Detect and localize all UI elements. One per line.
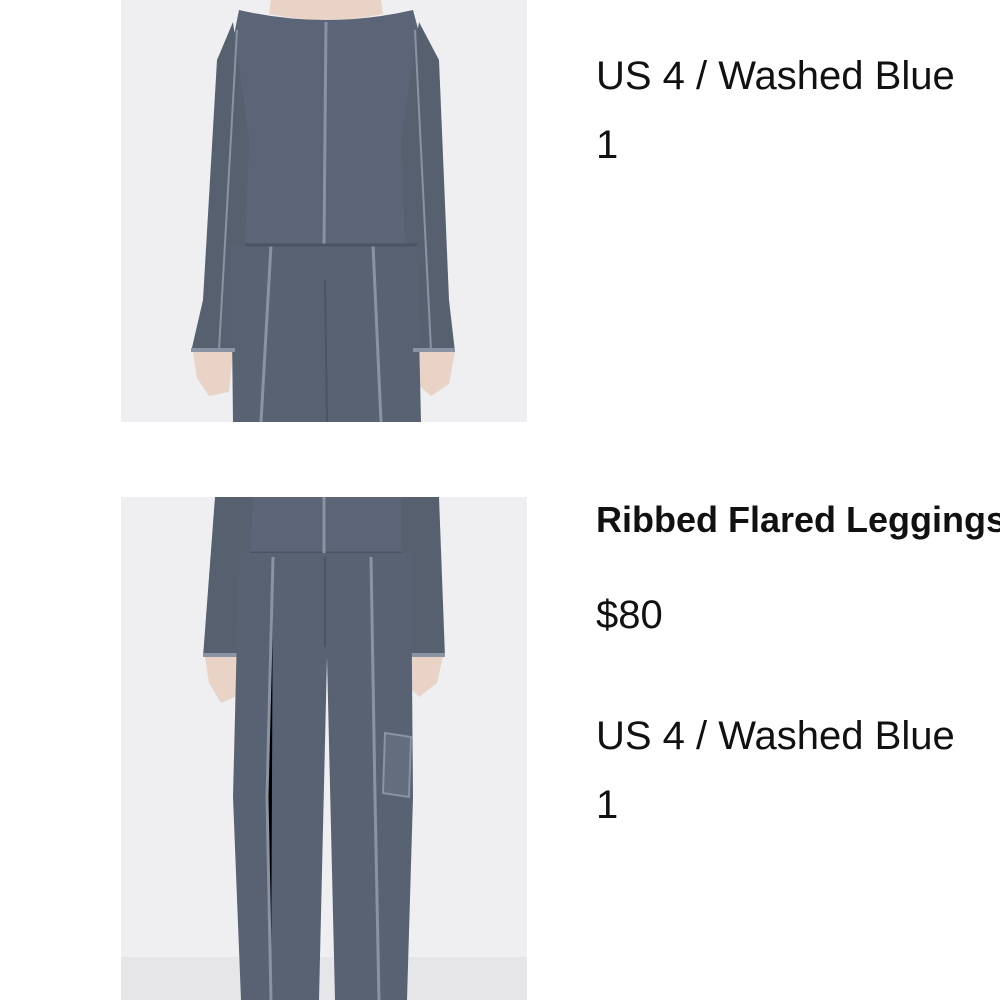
- product-photo-top: [121, 0, 527, 422]
- product-image[interactable]: [121, 0, 527, 422]
- item-quantity: 1: [596, 123, 619, 167]
- item-details: Ribbed Flared Leggings $80 US 4 / Washed…: [596, 497, 1000, 1000]
- item-variant: US 4 / Washed Blue: [596, 54, 955, 98]
- item-variant: US 4 / Washed Blue: [596, 714, 955, 758]
- product-image[interactable]: [121, 497, 527, 1000]
- item-price: $80: [596, 593, 663, 637]
- product-name-link[interactable]: Ribbed Flared Leggings: [596, 497, 1000, 543]
- item-details: US 4 / Washed Blue 1: [596, 0, 1000, 422]
- cart-item: US 4 / Washed Blue 1: [0, 0, 1000, 422]
- item-quantity: 1: [596, 783, 619, 827]
- product-photo-leggings: [121, 497, 527, 1000]
- cart-page: US 4 / Washed Blue 1 Ribbed Flared Leggi…: [0, 0, 1000, 1000]
- cart-item: Ribbed Flared Leggings $80 US 4 / Washed…: [0, 497, 1000, 1000]
